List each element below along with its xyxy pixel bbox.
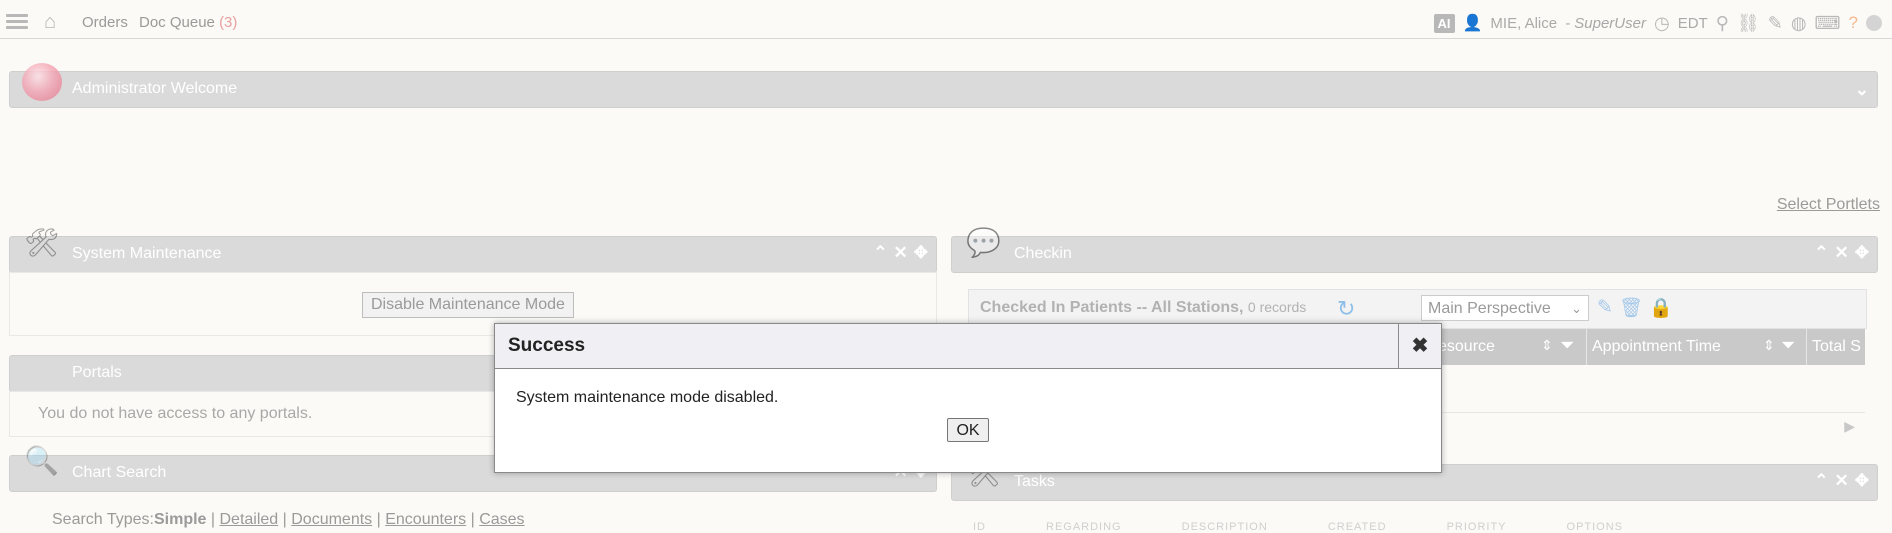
close-icon[interactable]: ✕	[1835, 243, 1849, 263]
refresh-icon[interactable]: ↻	[1337, 296, 1355, 322]
user-role: - SuperUser	[1565, 14, 1646, 32]
portlet-controls: ⌃ ✕ ✥	[1814, 471, 1869, 491]
lock-icon[interactable]: 🔒	[1649, 296, 1673, 320]
success-dialog: Success ✖ System maintenance mode disabl…	[494, 323, 1442, 473]
record-count: 0 records	[1247, 299, 1307, 315]
ai-badge[interactable]: AI	[1433, 13, 1455, 33]
logo-icon	[22, 63, 62, 101]
top-bar-tools: AI 👤 MIE, Alice - SuperUser ◷ EDT ⚲ ⛓ ✎ …	[1433, 11, 1882, 35]
minimize-icon[interactable]: ⌃	[1814, 471, 1828, 491]
system-maintenance-header: System Maintenance ⌃ ✕ ✥	[9, 236, 937, 273]
system-maintenance-title: System Maintenance	[72, 245, 222, 262]
doc-queue-label: Doc Queue	[139, 14, 215, 31]
search-types-label: Search Types:	[52, 511, 154, 528]
portlet-controls: ⌃ ✕ ✥	[1814, 243, 1869, 263]
checkin-list-title: Checked In Patients -- All Stations, 0 r…	[980, 299, 1306, 317]
move-icon[interactable]: ✥	[1855, 471, 1869, 491]
checkin-header: Checkin ⌃ ✕ ✥	[951, 236, 1878, 273]
dialog-message: System maintenance mode disabled.	[516, 389, 779, 406]
menu-icon[interactable]	[6, 14, 28, 30]
col-resource[interactable]: esource	[1438, 338, 1495, 356]
tasks-col-options[interactable]: OPTIONS	[1567, 521, 1624, 533]
perspective-value: Main Perspective	[1428, 300, 1551, 317]
maintenance-icon: 🛠	[24, 227, 60, 258]
trash-icon[interactable]: 🗑	[1619, 296, 1643, 320]
select-portlets-link[interactable]: Select Portlets	[1777, 196, 1880, 214]
col-total[interactable]: Total S	[1812, 338, 1861, 356]
portlet-controls: ⌃ ✕ ✥	[873, 243, 928, 263]
tasks-title: Tasks	[1014, 473, 1055, 490]
user-name[interactable]: MIE, Alice	[1490, 15, 1557, 32]
sort-icon[interactable]: ⇕	[1763, 337, 1775, 354]
filter-icon[interactable]: ⏷	[1560, 335, 1574, 356]
move-icon[interactable]: ✥	[1855, 243, 1869, 263]
close-icon[interactable]: ✕	[894, 243, 908, 263]
tasks-col-priority[interactable]: PRIORITY	[1447, 521, 1507, 533]
admin-welcome-header: Administrator Welcome ⌄	[9, 71, 1878, 108]
tasks-table-header: ID REGARDING DESCRIPTION CREATED PRIORIT…	[973, 521, 1623, 533]
tasks-col-id[interactable]: ID	[973, 521, 986, 533]
tasks-col-description[interactable]: DESCRIPTION	[1182, 521, 1268, 533]
column-divider	[1586, 329, 1587, 365]
minimize-icon[interactable]: ⌃	[873, 243, 887, 263]
help-icon[interactable]: ?	[1849, 13, 1858, 33]
magic-wand-icon[interactable]: ✎	[1768, 13, 1783, 34]
collapse-icon[interactable]: ⌄	[1855, 80, 1869, 100]
perspective-tools: ✎ 🗑 🔒	[1597, 296, 1673, 320]
edit-icon[interactable]: ✎	[1597, 296, 1613, 320]
tasks-col-regarding[interactable]: REGARDING	[1046, 521, 1122, 533]
checkin-icon: 💬	[966, 227, 1001, 258]
chart-search-title: Chart Search	[72, 464, 167, 481]
disable-maintenance-button[interactable]: Disable Maintenance Mode	[362, 292, 574, 318]
checkin-title: Checkin	[1014, 245, 1072, 262]
search-type-detailed[interactable]: Detailed	[220, 511, 279, 528]
doc-queue-count: (3)	[219, 14, 238, 31]
nav-orders-link[interactable]: Orders	[82, 14, 128, 31]
nav-doc-queue-link[interactable]: Doc Queue (3)	[139, 14, 237, 31]
dialog-title: Success	[508, 335, 586, 356]
chevron-down-icon: ⌄	[1571, 301, 1582, 316]
keyboard-icon[interactable]: ⌨	[1815, 13, 1841, 34]
chart-search-icon: 🔍	[24, 445, 59, 476]
admin-welcome-title: Administrator Welcome	[72, 80, 238, 97]
filter-icon[interactable]: ⏷	[1781, 335, 1795, 356]
search-type-simple[interactable]: Simple	[154, 511, 206, 528]
checkin-list-label: Checked In Patients -- All Stations,	[980, 299, 1244, 316]
home-icon[interactable]: ⌂	[44, 12, 56, 32]
close-icon[interactable]: ✖	[1398, 324, 1441, 368]
status-dot-icon[interactable]	[1866, 15, 1882, 31]
ok-button[interactable]: OK	[947, 418, 989, 442]
search-type-cases[interactable]: Cases	[479, 511, 524, 528]
dialog-header: Success ✖	[495, 324, 1441, 369]
search-type-documents[interactable]: Documents	[291, 511, 372, 528]
search-icon[interactable]: ⚲	[1716, 13, 1729, 34]
globe-icon[interactable]: ◍	[1791, 13, 1807, 34]
col-appointment-time[interactable]: Appointment Time	[1592, 338, 1721, 356]
scroll-right-icon[interactable]: ▶	[1844, 418, 1855, 435]
timezone-label[interactable]: EDT	[1678, 15, 1708, 32]
column-divider	[1806, 329, 1807, 365]
close-icon[interactable]: ✕	[1835, 471, 1849, 491]
clock-icon: ◷	[1653, 12, 1670, 33]
link-icon[interactable]: ⛓	[1737, 13, 1760, 34]
tasks-col-created[interactable]: CREATED	[1328, 521, 1387, 533]
user-icon: 👤	[1462, 15, 1483, 32]
top-navigation-bar: ⌂ Orders Doc Queue (3) AI 👤 MIE, Alice -…	[0, 6, 1892, 39]
search-types: Search Types:Simple | Detailed | Documen…	[52, 511, 525, 528]
move-icon[interactable]: ✥	[914, 243, 928, 263]
portals-title: Portals	[72, 364, 122, 381]
minimize-icon[interactable]: ⌃	[1814, 243, 1828, 263]
search-type-encounters[interactable]: Encounters	[385, 511, 466, 528]
sort-icon[interactable]: ⇕	[1541, 337, 1553, 354]
portals-message: You do not have access to any portals.	[38, 405, 313, 422]
perspective-select[interactable]: Main Perspective ⌄	[1421, 295, 1589, 321]
